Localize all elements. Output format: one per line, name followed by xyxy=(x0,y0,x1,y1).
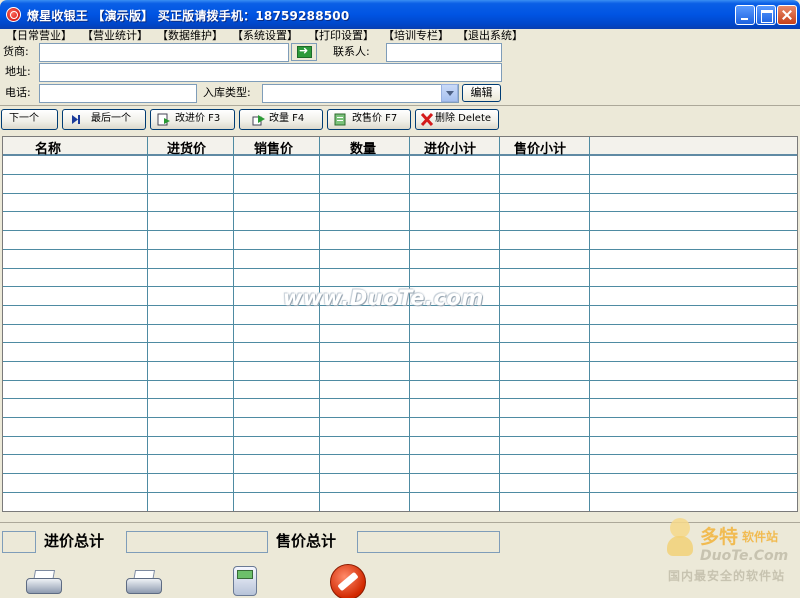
column-header-quantity[interactable]: 数量 xyxy=(350,138,376,157)
menu-exit-system[interactable]: 【退出系统】 xyxy=(457,29,523,42)
items-grid[interactable]: 名称 进货价 销售价 数量 进价小计 售价小计 xyxy=(2,136,798,512)
delete-button-label: 删除 Delete xyxy=(435,113,492,124)
supplier-label: 货商: xyxy=(3,45,29,58)
contact-label: 联系人: xyxy=(333,45,370,58)
change-cost-button-label: 改进价 F3 xyxy=(175,113,221,124)
table-row xyxy=(3,454,797,455)
grid-header: 名称 进货价 销售价 数量 进价小计 售价小计 xyxy=(3,137,797,157)
address-field[interactable] xyxy=(39,63,502,82)
cost-total-label: 进价总计 xyxy=(44,532,105,550)
mascot-logo xyxy=(664,518,696,556)
delete-button[interactable]: 删除 Delete xyxy=(415,109,499,130)
menu-system-settings[interactable]: 【系统设置】 xyxy=(232,29,298,42)
next-button-label: 下一个 xyxy=(9,113,39,124)
stock-type-label: 入库类型: xyxy=(203,86,251,99)
table-row xyxy=(3,324,797,325)
table-row xyxy=(3,211,797,212)
table-row xyxy=(3,436,797,437)
last-button-label: 最后一个 xyxy=(91,113,131,124)
table-row xyxy=(3,193,797,194)
edit-qty-icon xyxy=(252,113,266,126)
change-price-button[interactable]: 改售价 F7 xyxy=(327,109,411,130)
table-row xyxy=(3,174,797,175)
change-qty-button[interactable]: 改量 F4 xyxy=(239,109,323,130)
address-label: 地址: xyxy=(5,65,31,78)
supplier-field[interactable] xyxy=(39,43,289,62)
table-row xyxy=(3,230,797,231)
edit-button[interactable]: 编辑 xyxy=(462,84,501,102)
cost-total-value xyxy=(126,531,268,553)
next-button[interactable]: 下一个 xyxy=(1,109,58,130)
column-header-sale-price[interactable]: 销售价 xyxy=(254,138,293,157)
logo-tagline: 国内最安全的软件站 xyxy=(668,569,786,583)
menu-print-settings[interactable]: 【打印设置】 xyxy=(308,29,374,42)
table-row xyxy=(3,249,797,250)
logo-domain: DuoTe.Com xyxy=(700,548,789,564)
printer-icon[interactable] xyxy=(126,570,162,594)
phone-label: 电话: xyxy=(5,86,31,99)
site-watermark: www.DuoTe.com xyxy=(283,286,484,310)
column-header-sale-subtotal[interactable]: 售价小计 xyxy=(514,138,566,157)
title-bar: 燎星收银王 【演示版】 买正版请拨手机：18759288500 xyxy=(0,0,800,29)
maximize-button[interactable] xyxy=(756,5,776,25)
table-row xyxy=(3,380,797,381)
column-header-name[interactable]: 名称 xyxy=(35,138,61,157)
contact-field[interactable] xyxy=(386,43,502,62)
app-icon xyxy=(6,7,21,22)
table-row xyxy=(3,342,797,343)
column-header-cost-price[interactable]: 进货价 xyxy=(167,138,206,157)
edit-cost-icon xyxy=(157,113,171,126)
last-button[interactable]: 最后一个 xyxy=(62,109,146,130)
sale-total-value xyxy=(357,531,500,553)
arrow-right-icon xyxy=(297,44,312,58)
change-qty-button-label: 改量 F4 xyxy=(269,113,305,124)
divider xyxy=(0,105,800,106)
table-row xyxy=(3,361,797,362)
table-row xyxy=(3,492,797,493)
phone-icon[interactable] xyxy=(233,566,257,596)
change-price-button-label: 改售价 F7 xyxy=(352,113,398,124)
table-row xyxy=(3,398,797,399)
edit-price-icon xyxy=(334,113,348,126)
last-record-icon xyxy=(69,113,83,126)
table-row xyxy=(3,268,797,269)
minimize-button[interactable] xyxy=(735,5,755,25)
menu-business-stats[interactable]: 【营业统计】 xyxy=(82,29,148,42)
stock-type-select[interactable] xyxy=(262,84,459,103)
printer-icon[interactable] xyxy=(26,570,62,594)
delete-x-icon xyxy=(420,112,434,127)
logo-brand: 多特 xyxy=(700,526,739,548)
count-box xyxy=(2,531,36,553)
menu-bar: 【日常营业】 【营业统计】 【数据维护】 【系统设置】 【打印设置】 【培训专栏… xyxy=(0,29,800,43)
column-header-cost-subtotal[interactable]: 进价小计 xyxy=(424,138,476,157)
chevron-down-icon[interactable] xyxy=(441,84,458,102)
logo-brand-suffix: 软件站 xyxy=(742,530,779,544)
phone-field[interactable] xyxy=(39,84,197,103)
stop-icon[interactable] xyxy=(330,564,366,598)
supplier-go-button[interactable] xyxy=(291,43,317,61)
table-row xyxy=(3,417,797,418)
sale-total-label: 售价总计 xyxy=(276,532,337,550)
table-row xyxy=(3,473,797,474)
window-title: 燎星收银王 【演示版】 买正版请拨手机：18759288500 xyxy=(27,9,350,23)
menu-daily-business[interactable]: 【日常营业】 xyxy=(6,29,72,42)
menu-data-maintenance[interactable]: 【数据维护】 xyxy=(157,29,223,42)
close-button[interactable] xyxy=(777,5,797,25)
menu-training[interactable]: 【培训专栏】 xyxy=(383,29,449,42)
change-cost-button[interactable]: 改进价 F3 xyxy=(150,109,235,130)
